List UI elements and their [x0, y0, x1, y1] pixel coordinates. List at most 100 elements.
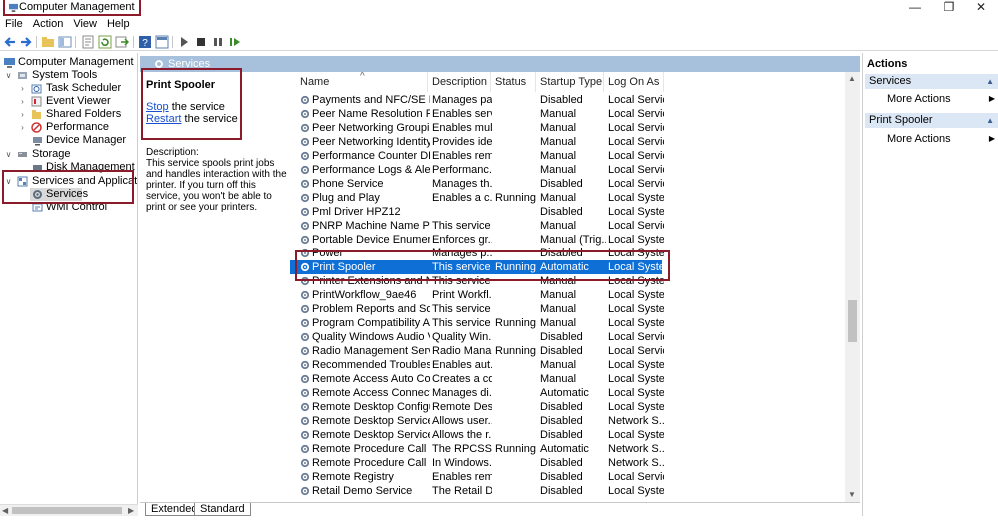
scroll-up-icon[interactable]: ▲: [848, 74, 856, 83]
expanded-chevron-icon[interactable]: ∨: [4, 71, 13, 80]
tree-horizontal-scrollbar[interactable]: ◀ ▶: [0, 504, 138, 516]
service-row[interactable]: Performance Logs & Alerts Performanc... Ma…: [290, 163, 664, 177]
service-row[interactable]: Retail Demo Service The Retail D... Disabl…: [290, 484, 664, 498]
tree-scroll-thumb[interactable]: [12, 507, 122, 514]
service-row[interactable]: Peer Networking GroupingEnables mul... Ma…: [290, 121, 664, 135]
up-folder-icon[interactable]: [41, 35, 55, 49]
tree-item-disk-management[interactable]: Disk Management: [32, 161, 137, 174]
minimize-button[interactable]: —: [900, 0, 930, 14]
tree-item-services-and-applications[interactable]: ∨ Services and Applications: [4, 175, 137, 188]
scroll-right-icon[interactable]: ▶: [128, 506, 134, 515]
column-header-startup-type[interactable]: Startup Type: [536, 72, 604, 92]
collapsed-chevron-icon[interactable]: ›: [18, 123, 27, 132]
service-status: Running: [495, 191, 536, 204]
service-row[interactable]: Phone Service Manages th... Disabled Local …: [290, 177, 664, 191]
service-row[interactable]: Remote Registry Enables rem... Disabled Loc…: [290, 470, 664, 484]
restart-service-icon[interactable]: [228, 35, 242, 49]
service-log-on-as: Local Service: [608, 121, 664, 134]
service-row[interactable]: Radio Management ServiceRadio Mana...Run…: [290, 344, 664, 358]
back-arrow-icon[interactable]: [3, 35, 17, 49]
collapsed-chevron-icon[interactable]: ›: [18, 97, 27, 106]
service-row[interactable]: Peer Networking Identity M...Provides id…: [290, 135, 664, 149]
stop-service-link[interactable]: Stop: [146, 101, 169, 113]
service-row[interactable]: Program Compatibility Assi...This servic…: [290, 316, 664, 330]
service-row[interactable]: PrintWorkflow_9ae46 Print Workfl... Manual…: [290, 288, 664, 302]
collapsed-chevron-icon[interactable]: ›: [18, 110, 27, 119]
properties-icon[interactable]: [81, 35, 95, 49]
help-icon[interactable]: ?: [138, 35, 152, 49]
start-service-icon[interactable]: [177, 35, 191, 49]
service-row[interactable]: Peer Name Resolution Prot...Enables serv…: [290, 107, 664, 121]
menu-action[interactable]: Action: [28, 17, 69, 31]
scroll-left-icon[interactable]: ◀: [2, 506, 8, 515]
expanded-chevron-icon[interactable]: ∨: [4, 177, 13, 186]
menu-view[interactable]: View: [68, 17, 102, 31]
service-row[interactable]: Remote Access Auto Conne...Creates a co.…: [290, 372, 664, 386]
service-row[interactable]: Pml Driver HPZ12 Disabled Local Syste...: [290, 205, 664, 219]
pause-service-icon[interactable]: [211, 35, 225, 49]
tree-item-event-viewer[interactable]: › Event Viewer: [18, 95, 137, 108]
menu-help[interactable]: Help: [102, 17, 135, 31]
maximize-button[interactable]: ❐: [934, 0, 964, 14]
show-hide-tree-icon[interactable]: [58, 35, 72, 49]
tree-item-task-scheduler[interactable]: › Task Scheduler: [18, 82, 137, 95]
column-header-status[interactable]: Status: [491, 72, 536, 92]
service-row[interactable]: Payments and NFC/SE Man...Manages pa... D…: [290, 93, 664, 107]
service-row[interactable]: PNRP Machine Name Publi...This service .…: [290, 219, 664, 233]
service-row[interactable]: Remote Desktop Configurat...Remote Des..…: [290, 400, 664, 414]
service-row[interactable]: Quality Windows Audio Vid...Quality Win.…: [290, 330, 664, 344]
service-row[interactable]: Remote Procedure Call (RPC)The RPCSS s..…: [290, 442, 664, 456]
tree-item-system-tools[interactable]: ∨ System Tools: [4, 69, 137, 82]
tree-item-services[interactable]: Services: [30, 188, 88, 201]
actions-group-print-spooler[interactable]: Print Spooler ▲: [865, 113, 998, 128]
column-header-log-on-as[interactable]: Log On As: [604, 72, 664, 92]
services-vertical-scrollbar[interactable]: ▲ ▼: [845, 72, 860, 502]
collapse-up-icon[interactable]: ▲: [986, 113, 994, 128]
actions-group-services[interactable]: Services ▲: [865, 74, 998, 89]
storage-icon: [18, 152, 27, 157]
system-tools-icon: [18, 72, 27, 79]
tree-item-device-manager[interactable]: Device Manager: [32, 134, 137, 147]
export-list-icon[interactable]: [115, 35, 129, 49]
service-row-selected[interactable]: Print Spooler This service ...Running Auto…: [290, 260, 664, 275]
mmc-window-icon[interactable]: [155, 35, 169, 49]
service-startup-type: Manual: [540, 107, 577, 120]
service-row[interactable]: Remote Desktop Services U...Allows the r…: [290, 428, 664, 442]
service-row[interactable]: Plug and Play Enables a c... Running Manual…: [290, 191, 664, 205]
service-startup-type: Disabled: [540, 456, 583, 469]
tab-standard[interactable]: Standard: [194, 503, 251, 516]
tree-item-performance[interactable]: › Performance: [18, 121, 137, 134]
service-gear-icon: [300, 137, 310, 146]
service-row[interactable]: Recommended Troublesho...Enables aut... M…: [290, 358, 664, 372]
tree-item-storage[interactable]: ∨ Storage: [4, 148, 137, 161]
more-actions-services[interactable]: More Actions ▶: [887, 92, 997, 106]
expanded-chevron-icon[interactable]: ∨: [4, 150, 13, 159]
restart-service-link[interactable]: Restart: [146, 113, 181, 125]
menu-file[interactable]: File: [0, 17, 28, 31]
window-title-box: Computer Management: [3, 0, 141, 16]
service-row[interactable]: Problem Reports and Soluti...This servic…: [290, 302, 664, 316]
service-row[interactable]: Performance Counter DLL ...Enables rem..…: [290, 149, 664, 163]
close-button[interactable]: ✕: [966, 0, 996, 14]
service-row[interactable]: Remote Access Connection...Manages di...…: [290, 386, 664, 400]
column-header-name[interactable]: Name ^: [296, 72, 428, 92]
scroll-down-icon[interactable]: ▼: [848, 490, 856, 499]
column-header-description[interactable]: Description: [428, 72, 491, 92]
service-row[interactable]: Remote Desktop Services Allows user... Dis…: [290, 414, 664, 428]
collapse-up-icon[interactable]: ▲: [986, 74, 994, 89]
stop-service-icon[interactable]: [194, 35, 208, 49]
service-row[interactable]: Printer Extensions and Notif...This serv…: [290, 274, 664, 288]
service-description: Provides ide...: [432, 135, 492, 148]
services-list: Name ^ Description Status Startup Type L…: [290, 72, 845, 502]
refresh-icon[interactable]: [98, 35, 112, 49]
tree-item-shared-folders[interactable]: › Shared Folders: [18, 108, 137, 121]
service-row[interactable]: Power Manages p... Disabled Local Syste...: [290, 246, 664, 260]
forward-arrow-icon[interactable]: [19, 35, 33, 49]
collapsed-chevron-icon[interactable]: ›: [18, 84, 27, 93]
service-row[interactable]: Remote Procedure Call (RP...In Windows..…: [290, 456, 664, 470]
more-actions-print-spooler[interactable]: More Actions ▶: [887, 132, 997, 146]
tree-item-wmi-control[interactable]: WMI Control: [32, 201, 137, 214]
service-row[interactable]: Portable Device Enumerator...Enforces gr…: [290, 233, 664, 247]
services-scroll-thumb[interactable]: [848, 300, 857, 342]
service-startup-type: Disabled: [540, 484, 583, 497]
